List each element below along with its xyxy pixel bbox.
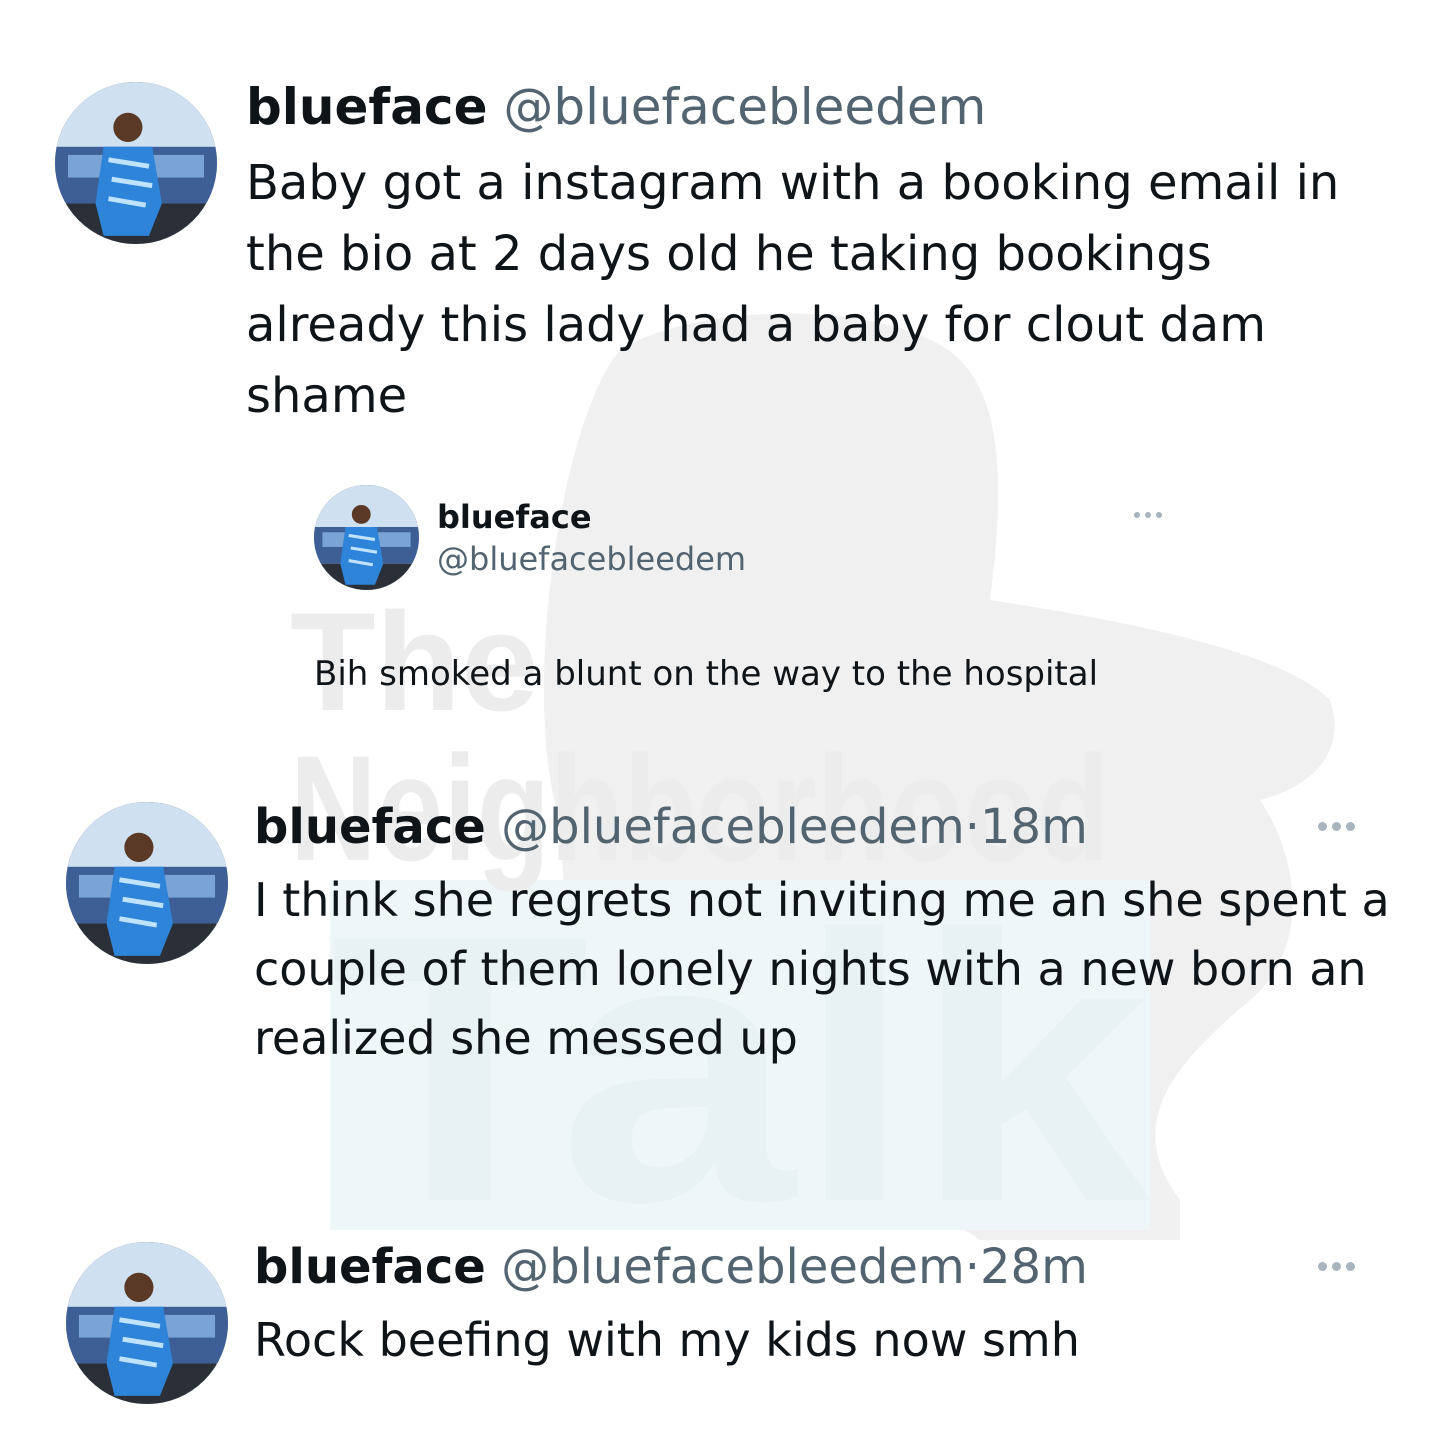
avatar[interactable]	[66, 1242, 228, 1404]
tweet-text: Baby got a instagram with a booking emai…	[246, 155, 1340, 424]
timestamp[interactable]: 28m	[980, 1239, 1088, 1295]
timestamp[interactable]: 18m	[980, 799, 1088, 855]
tweet-header: blueface @bluefacebleedem·28m	[254, 1236, 1088, 1298]
display-name[interactable]: blueface	[437, 496, 746, 538]
tweet-text: Bih smoked a blunt on the way to the hos…	[314, 654, 1099, 694]
tweet-header: blueface @bluefacebleedem	[246, 76, 986, 138]
avatar[interactable]	[314, 485, 419, 590]
separator-dot: ·	[964, 1239, 980, 1295]
profile-photo-icon	[314, 485, 419, 590]
tweet-text: Rock beefing with my kids now smh	[254, 1313, 1080, 1367]
user-handle[interactable]: @bluefacebleedem	[501, 799, 965, 855]
tweet-header: blueface @bluefacebleedem	[437, 496, 746, 580]
tweet-text: I think she regrets not inviting me an s…	[254, 873, 1390, 1065]
profile-photo-icon	[55, 82, 217, 244]
user-handle[interactable]: @bluefacebleedem	[501, 1239, 965, 1295]
user-handle[interactable]: @bluefacebleedem	[503, 78, 986, 136]
profile-photo-icon	[66, 802, 228, 964]
more-options-icon[interactable]	[1318, 1262, 1355, 1271]
display-name[interactable]: blueface	[254, 1239, 486, 1295]
display-name[interactable]: blueface	[246, 78, 487, 136]
avatar[interactable]	[55, 82, 217, 244]
avatar[interactable]	[66, 802, 228, 964]
more-options-icon[interactable]	[1318, 822, 1355, 831]
user-handle[interactable]: @bluefacebleedem	[437, 538, 746, 580]
profile-photo-icon	[66, 1242, 228, 1404]
display-name[interactable]: blueface	[254, 799, 486, 855]
separator-dot: ·	[964, 799, 980, 855]
more-options-icon[interactable]	[1134, 512, 1162, 518]
tweet-header: blueface @bluefacebleedem·18m	[254, 796, 1088, 858]
